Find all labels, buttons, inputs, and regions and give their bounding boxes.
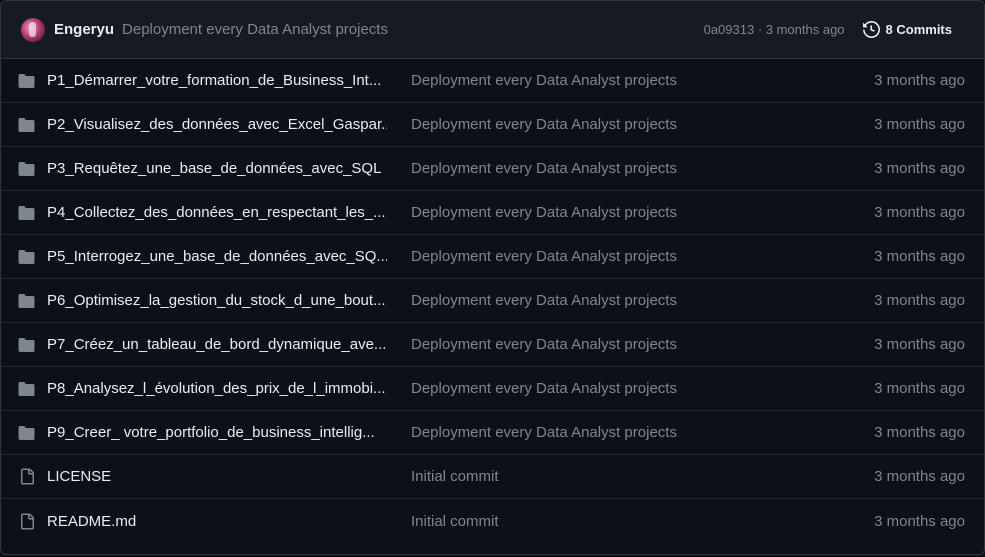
commit-age: 3 months ago <box>874 248 965 265</box>
latest-commit-message[interactable]: Deployment every Data Analyst projects <box>122 21 704 38</box>
history-icon <box>862 21 880 38</box>
folder-row[interactable]: P5_Interrogez_une_base_de_données_avec_S… <box>1 235 984 279</box>
commit-age: 3 months ago <box>874 204 965 221</box>
folder-row[interactable]: P6_Optimisez_la_gestion_du_stock_d_une_b… <box>1 279 984 323</box>
file-name-link[interactable]: P7_Créez_un_tableau_de_bord_dynamique_av… <box>47 336 387 353</box>
file-name-link[interactable]: P2_Visualisez_des_données_avec_Excel_Gas… <box>47 116 387 133</box>
commit-sha-time[interactable]: 0a09313 · 3 months ago <box>704 22 845 37</box>
folder-row[interactable]: P3_Requêtez_une_base_de_données_avec_SQL… <box>1 147 984 191</box>
commit-message-link[interactable]: Deployment every Data Analyst projects <box>411 160 874 177</box>
commit-age: 3 months ago <box>874 512 965 530</box>
commit-author[interactable]: Engeryu <box>54 21 114 38</box>
commit-age: 3 months ago <box>874 292 965 309</box>
file-name-link[interactable]: P3_Requêtez_une_base_de_données_avec_SQL <box>47 160 387 177</box>
file-name-link[interactable]: README.md <box>47 513 387 530</box>
commit-message-link[interactable]: Deployment every Data Analyst projects <box>411 292 874 309</box>
file-list: P1_Démarrer_votre_formation_de_Business_… <box>1 59 984 543</box>
commit-message-link[interactable]: Deployment every Data Analyst projects <box>411 248 874 265</box>
folder-icon <box>18 73 35 89</box>
commit-message-link[interactable]: Initial commit <box>411 468 874 485</box>
file-name-link[interactable]: P9_Creer_ votre_portfolio_de_business_in… <box>47 424 387 441</box>
file-row[interactable]: LICENSE Initial commit 3 months ago <box>1 455 984 499</box>
file-name-link[interactable]: P4_Collectez_des_données_en_respectant_l… <box>47 204 387 221</box>
folder-row[interactable]: P1_Démarrer_votre_formation_de_Business_… <box>1 59 984 103</box>
folder-row[interactable]: P2_Visualisez_des_données_avec_Excel_Gas… <box>1 103 984 147</box>
folder-row[interactable]: P9_Creer_ votre_portfolio_de_business_in… <box>1 411 984 455</box>
file-name-link[interactable]: P5_Interrogez_une_base_de_données_avec_S… <box>47 248 387 265</box>
commit-message-link[interactable]: Deployment every Data Analyst projects <box>411 116 874 133</box>
commit-age: 3 months ago <box>874 72 965 89</box>
file-name-link[interactable]: P8_Analysez_l_évolution_des_prix_de_l_im… <box>47 380 387 397</box>
avatar[interactable] <box>21 17 45 42</box>
file-name-link[interactable]: P6_Optimisez_la_gestion_du_stock_d_une_b… <box>47 292 387 309</box>
folder-icon <box>18 293 35 309</box>
commit-age: 3 months ago <box>874 380 965 397</box>
folder-icon <box>18 161 35 177</box>
folder-icon <box>18 117 35 133</box>
folder-row[interactable]: P7_Créez_un_tableau_de_bord_dynamique_av… <box>1 323 984 367</box>
commit-age: 3 months ago <box>874 336 965 353</box>
commits-count-label: 8 Commits <box>885 22 952 37</box>
file-icon <box>18 513 35 529</box>
commit-message-link[interactable]: Deployment every Data Analyst projects <box>411 380 874 397</box>
folder-icon <box>18 205 35 221</box>
commit-message-link[interactable]: Deployment every Data Analyst projects <box>411 424 874 441</box>
commit-age: 3 months ago <box>874 468 965 485</box>
file-browser: Engeryu Deployment every Data Analyst pr… <box>0 0 985 555</box>
commits-button[interactable]: 8 Commits <box>862 21 952 38</box>
folder-icon <box>18 381 35 397</box>
commit-message-link[interactable]: Deployment every Data Analyst projects <box>411 336 874 353</box>
commit-message-link[interactable]: Deployment every Data Analyst projects <box>411 204 874 221</box>
commit-age: 3 months ago <box>874 424 965 441</box>
folder-row[interactable]: P8_Analysez_l_évolution_des_prix_de_l_im… <box>1 367 984 411</box>
file-row[interactable]: README.md Initial commit 3 months ago <box>1 499 984 543</box>
commit-age: 3 months ago <box>874 160 965 177</box>
latest-commit-bar: Engeryu Deployment every Data Analyst pr… <box>1 1 984 59</box>
file-name-link[interactable]: LICENSE <box>47 468 387 485</box>
commit-message-link[interactable]: Initial commit <box>411 513 874 530</box>
folder-icon <box>18 337 35 353</box>
folder-icon <box>18 425 35 441</box>
commit-age: 3 months ago <box>874 116 965 133</box>
folder-icon <box>18 249 35 265</box>
file-icon <box>18 468 35 485</box>
folder-row[interactable]: P4_Collectez_des_données_en_respectant_l… <box>1 191 984 235</box>
file-name-link[interactable]: P1_Démarrer_votre_formation_de_Business_… <box>47 72 387 89</box>
commit-message-link[interactable]: Deployment every Data Analyst projects <box>411 72 874 89</box>
